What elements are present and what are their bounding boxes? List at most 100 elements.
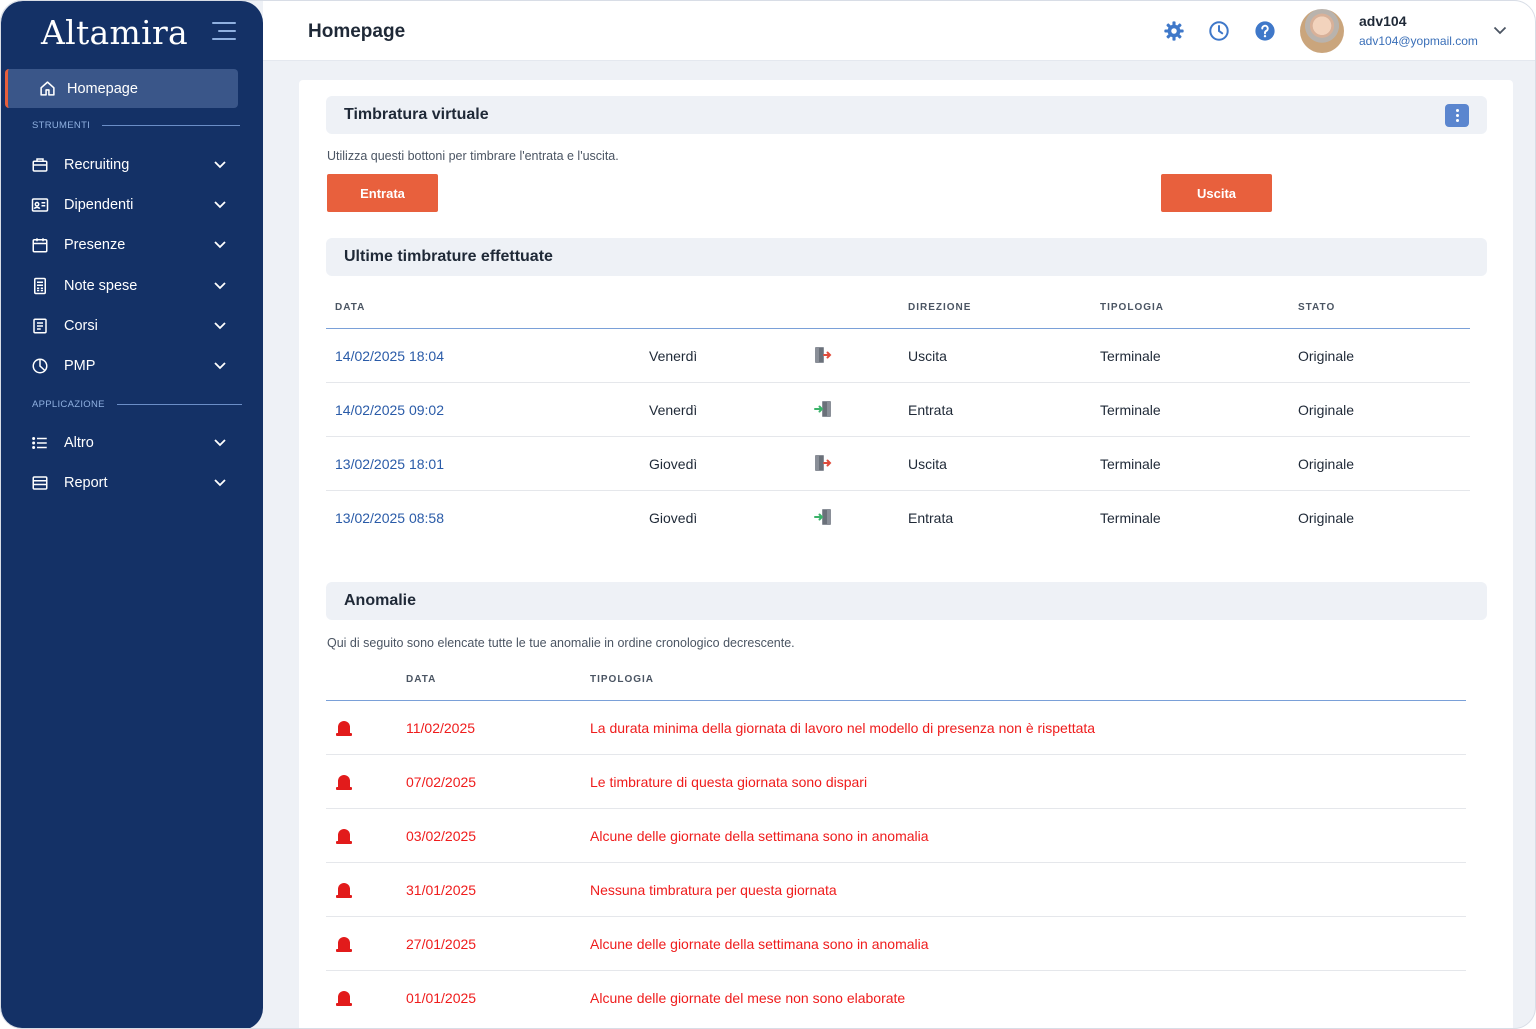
chevron-down-icon [214,362,226,370]
chevron-down-icon[interactable] [1493,26,1507,35]
timbratura-day: Venerdì [649,348,698,364]
sidebar-item-label: Recruiting [64,157,130,173]
timbratura-date-link[interactable]: 14/02/2025 09:02 [335,402,444,418]
timbratura-state: Originale [1298,456,1355,472]
chevron-down-icon [214,479,226,487]
alarm-icon [336,991,352,1006]
anomalia-text: Alcune delle giornate della settimana so… [590,828,929,844]
alarm-icon [336,721,352,736]
chevron-down-icon [214,322,226,330]
anomalia-text: Nessuna timbratura per questa giornata [590,882,837,898]
sidebar-item-altro[interactable]: Altro [31,428,236,458]
id-card-icon [31,198,49,212]
sidebar-item-label: Presenze [64,237,126,253]
timbratura-state: Originale [1298,510,1355,526]
more-options-icon[interactable] [1445,104,1469,127]
table-row: 14/02/2025 09:02 Venerdì Entrata Termina… [326,383,1470,437]
sidebar-item-note-spese[interactable]: Note spese [31,271,236,301]
alarm-icon [336,937,352,952]
timbratura-type: Terminale [1100,348,1161,364]
sidebar-item-pmp[interactable]: PMP [31,351,236,381]
anomalia-text: Le timbrature di questa giornata sono di… [590,774,868,790]
alarm-icon [336,775,352,790]
section-label-text: APPLICAZIONE [32,399,105,410]
sidebar-item-label: Report [64,475,108,491]
chevron-down-icon [214,282,226,290]
home-icon [40,81,55,96]
timbratura-type: Terminale [1100,510,1161,526]
exit-door-icon [815,455,832,471]
user-name: adv104 [1359,13,1407,29]
entrata-button[interactable]: Entrata [327,174,438,212]
section-label-text: STRUMENTI [32,120,91,131]
section-label-tools: STRUMENTI [32,120,241,131]
sidebar-item-presenze[interactable]: Presenze [31,230,236,260]
exit-door-icon [815,347,832,363]
sidebar-item-report[interactable]: Report [31,468,236,498]
column-header-tipologia: TIPOLOGIA [1100,302,1164,313]
timbratura-date-link[interactable]: 14/02/2025 18:04 [335,348,444,364]
anomalia-date: 27/01/2025 [406,936,477,952]
app-logo: Altamira [41,13,189,52]
menu-toggle-icon[interactable] [212,22,236,42]
avatar[interactable] [1300,9,1344,53]
list-icon [32,437,47,449]
column-header-data: DATA [406,674,437,685]
timbratura-state: Originale [1298,348,1355,364]
sidebar-item-dipendenti[interactable]: Dipendenti [31,190,236,220]
table-row: 13/02/2025 18:01 Giovedì Uscita Terminal… [326,437,1470,491]
anomalia-date: 07/02/2025 [406,774,477,790]
sidebar-item-label: PMP [64,358,96,374]
timbratura-date-link[interactable]: 13/02/2025 18:01 [335,456,444,472]
sidebar-item-corsi[interactable]: Corsi [31,311,236,341]
chevron-down-icon [214,241,226,249]
anomalia-text: Alcune delle giornate del mese non sono … [590,990,906,1006]
sidebar-item-homepage[interactable]: Homepage [5,69,238,108]
timbratura-direction: Uscita [908,348,947,364]
section-title: Anomalie [344,592,417,609]
alarm-icon [336,883,352,898]
uscita-button[interactable]: Uscita [1161,174,1272,212]
sidebar: Altamira Homepage STRUMENTI Recruiting D… [1,1,263,1028]
column-header-stato: STATO [1298,302,1336,313]
timbratura-day: Venerdì [649,402,698,418]
app-frame: Altamira Homepage STRUMENTI Recruiting D… [0,0,1536,1029]
table-row: 27/01/2025 Alcune delle giornate della s… [326,917,1466,971]
section-title: Timbratura virtuale [344,106,489,123]
table-row: 14/02/2025 18:04 Venerdì Uscita Terminal… [326,329,1470,383]
column-header-data: DATA [335,302,366,313]
anomalia-date: 11/02/2025 [406,720,476,736]
table-row: 31/01/2025 Nessuna timbratura per questa… [326,863,1466,917]
table-row: 03/02/2025 Alcune delle giornate della s… [326,809,1466,863]
clock-icon[interactable] [1208,20,1230,42]
chevron-down-icon [214,439,226,447]
receipt-icon [34,277,46,295]
chevron-down-icon [214,201,226,209]
gear-icon[interactable] [1163,20,1185,42]
enter-door-icon [814,401,831,417]
help-icon[interactable] [1254,20,1276,42]
timbratura-day: Giovedì [649,510,698,526]
timbratura-day: Giovedì [649,456,698,472]
sidebar-item-recruiting[interactable]: Recruiting [31,150,236,180]
table-row: 01/01/2025 Alcune delle giornate del mes… [326,971,1466,1025]
top-header: Homepage adv104 adv104@yopmail.com [263,1,1535,61]
timbratura-direction: Entrata [908,510,954,526]
table-row: 13/02/2025 08:58 Giovedì Entrata Termina… [326,491,1470,545]
anomalia-text: La durata minima della giornata di lavor… [590,720,1096,736]
user-email: adv104@yopmail.com [1359,34,1478,48]
anomalia-date: 31/01/2025 [406,882,477,898]
pie-chart-icon [32,358,48,374]
section-timbratura-header: Timbratura virtuale [326,96,1487,134]
page-title: Homepage [308,21,406,42]
sidebar-item-label: Homepage [67,80,138,97]
section-ultime-header: Ultime timbrature effettuate [326,238,1487,276]
enter-door-icon [814,509,831,525]
section-anomalie-header: Anomalie [326,582,1487,620]
section-title: Ultime timbrature effettuate [344,248,553,265]
main-card: Timbratura virtuale Utilizza questi bott… [299,80,1513,1028]
document-icon [33,318,47,334]
briefcase-icon [32,158,48,172]
table-row: 07/02/2025 Le timbrature di questa giorn… [326,755,1466,809]
timbratura-date-link[interactable]: 13/02/2025 08:58 [335,510,444,526]
